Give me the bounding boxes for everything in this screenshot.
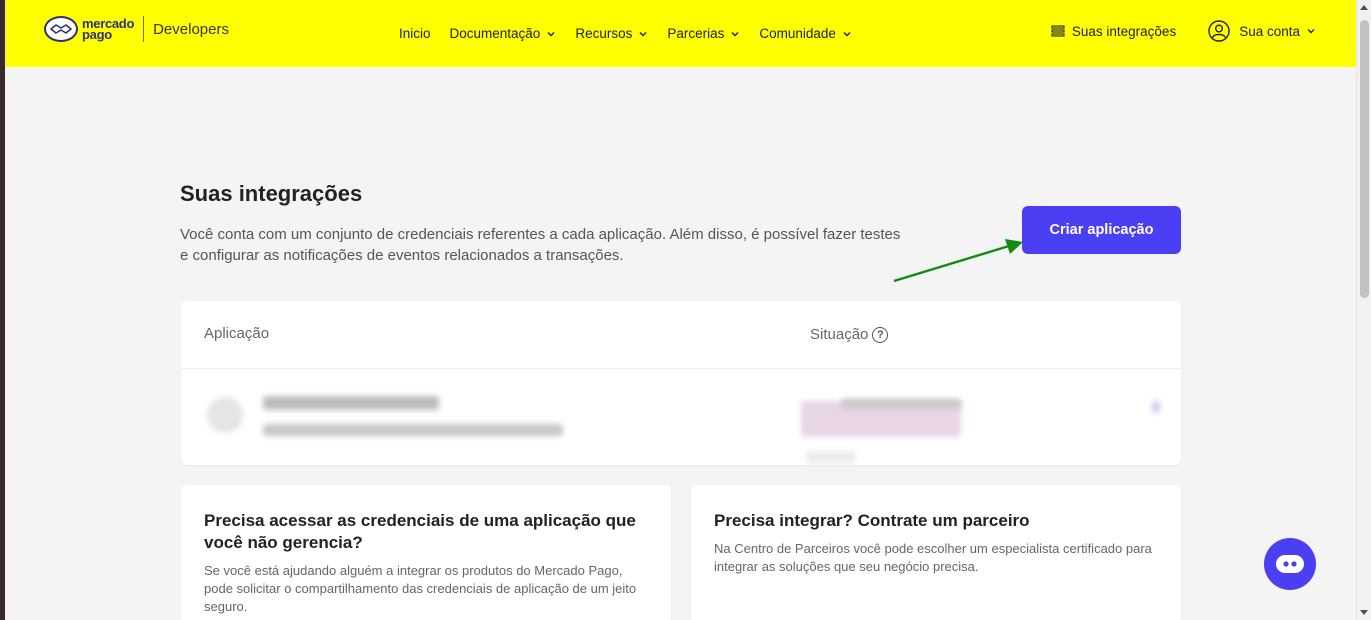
create-application-button[interactable]: Criar aplicação (1022, 206, 1181, 254)
logo-divider (143, 16, 145, 42)
partner-card: Precisa integrar? Contrate um parceiro N… (691, 485, 1181, 620)
nav-recursos[interactable]: Recursos (575, 26, 648, 41)
redacted-status-text (841, 399, 961, 409)
card-title: Precisa integrar? Contrate um parceiro (714, 511, 1030, 530)
nav-inicio[interactable]: Inicio (399, 26, 431, 41)
list-icon (1051, 25, 1065, 37)
scroll-up-arrow-icon[interactable] (1360, 5, 1368, 10)
nav-documentacao[interactable]: Documentação (450, 26, 557, 41)
nav-label: Recursos (575, 26, 633, 41)
redacted-app-icon (207, 397, 243, 433)
user-nav: Suas integrações Sua conta (1051, 20, 1316, 42)
annotation-arrow (893, 239, 1023, 283)
chat-bot-icon (1276, 555, 1304, 573)
help-icon[interactable]: ? (872, 326, 889, 343)
chevron-down-icon (1307, 29, 1315, 34)
main-nav: Inicio Documentação Recursos Parcerias C… (399, 26, 871, 41)
nav-label: Parcerias (667, 26, 725, 41)
chat-assistant-button[interactable] (1264, 538, 1316, 590)
nav-parcerias[interactable]: Parcerias (667, 26, 740, 41)
redacted-row-action[interactable] (1152, 401, 1160, 413)
redacted-app-name (263, 396, 439, 410)
page: mercado pago Developers Inicio Documenta… (5, 0, 1356, 620)
chevron-down-icon (843, 31, 851, 36)
page-title: Suas integrações (180, 181, 363, 206)
column-header-application: Aplicação (204, 325, 270, 342)
vertical-scrollbar[interactable] (1356, 0, 1371, 620)
nav-comunidade[interactable]: Comunidade (759, 26, 852, 41)
developers-label: Developers (153, 20, 229, 38)
shared-credentials-card: Precisa acessar as credenciais de uma ap… (181, 485, 671, 620)
scrollbar-thumb[interactable] (1360, 20, 1369, 298)
suas-integracoes-link[interactable]: Suas integrações (1051, 24, 1176, 39)
chevron-down-icon (547, 31, 555, 36)
scroll-down-arrow-icon[interactable] (1360, 610, 1368, 615)
nav-label: Inicio (399, 26, 431, 41)
nav-label: Comunidade (759, 26, 836, 41)
card-body: Na Centro de Parceiros você pode escolhe… (714, 541, 1152, 574)
logo-wordmark: mercado pago (82, 16, 135, 42)
mercado-pago-logo[interactable]: mercado pago Developers (44, 16, 229, 42)
status-header-label: Situação (810, 326, 869, 343)
redacted-app-id (263, 424, 563, 436)
account-label: Sua conta (1239, 23, 1300, 39)
card-body: Se você está ajudando alguém a integrar … (204, 563, 637, 614)
user-avatar-icon (1208, 20, 1230, 42)
chevron-down-icon (731, 31, 739, 36)
column-header-status: Situação ? (810, 326, 889, 343)
account-menu[interactable]: Sua conta (1208, 20, 1316, 42)
nav-label: Documentação (449, 26, 541, 41)
handshake-icon (44, 16, 78, 42)
table-row[interactable] (181, 369, 1181, 465)
card-title: Precisa acessar as credenciais de uma ap… (204, 511, 636, 552)
applications-table: Aplicação Situação ? (181, 301, 1181, 465)
page-description: Você conta com um conjunto de credenciai… (180, 226, 901, 264)
chevron-down-icon (639, 31, 647, 36)
top-header: mercado pago Developers Inicio Documenta… (5, 0, 1356, 67)
redacted-status-detail (806, 451, 856, 463)
integrations-label: Suas integrações (1071, 23, 1177, 39)
